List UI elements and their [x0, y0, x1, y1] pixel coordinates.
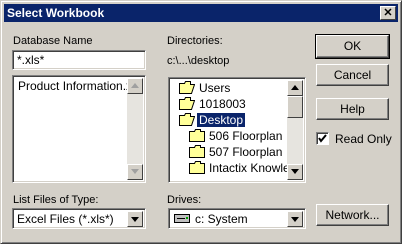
directories-scroll-thumb[interactable] [287, 96, 303, 118]
help-button[interactable]: Help [316, 98, 389, 120]
directories-scrollbar[interactable] [287, 80, 303, 180]
database-name-label: Database Name [13, 35, 93, 47]
file-type-dropdown-button[interactable] [127, 211, 143, 227]
directories-list[interactable]: Users 1018003 Desktop 506 Floorplan 507 … [168, 77, 306, 183]
directory-item-label: Intactix Knowled [209, 161, 289, 175]
network-button[interactable]: Network... [316, 204, 389, 226]
arrow-down-icon [131, 169, 139, 174]
file-list-item[interactable]: Product Information.xls [18, 79, 141, 93]
directories-label: Directories: [167, 35, 223, 47]
title-bar: Select Workbook ✕ [4, 4, 398, 22]
dialog-title: Select Workbook [7, 6, 105, 20]
file-type-label: List Files of Type: [13, 194, 99, 206]
close-button[interactable]: ✕ [380, 6, 396, 20]
select-workbook-dialog: Select Workbook ✕ Database Name *.xls* P… [0, 0, 402, 244]
drives-select[interactable]: c: System [168, 208, 306, 229]
directories-scroll-down-button[interactable] [287, 164, 303, 180]
file-type-select[interactable]: Excel Files (*.xls*) [12, 208, 146, 229]
cancel-button[interactable]: Cancel [316, 64, 389, 86]
help-button-label: Help [340, 102, 365, 116]
chevron-down-icon [131, 217, 139, 222]
close-icon: ✕ [383, 7, 393, 19]
read-only-label: Read Only [335, 132, 392, 146]
open-folder-icon [179, 113, 195, 126]
drives-dropdown-button[interactable] [287, 211, 303, 227]
file-type-value: Excel Files (*.xls*) [17, 212, 114, 226]
directories-scroll-up-button[interactable] [287, 80, 303, 96]
directory-item-label: 506 Floorplan [209, 129, 283, 143]
ok-button-label: OK [343, 39, 362, 53]
checkmark-icon [318, 134, 327, 143]
file-list[interactable]: Product Information.xls [12, 75, 146, 183]
arrow-up-icon [291, 85, 299, 90]
chevron-down-icon [291, 217, 299, 222]
open-folder-icon [179, 97, 195, 110]
directory-item-label: 1018003 [199, 97, 246, 111]
folder-icon [189, 145, 205, 158]
current-path: c:\...\desktop [167, 55, 230, 67]
drives-value: c: System [195, 212, 248, 226]
cancel-button-label: Cancel [333, 68, 372, 82]
folder-icon [189, 129, 205, 142]
network-button-label: Network... [325, 208, 380, 222]
arrow-down-icon [291, 169, 299, 174]
drives-label: Drives: [167, 194, 202, 206]
drive-icon [174, 214, 190, 223]
open-folder-icon [179, 81, 195, 94]
folder-icon [189, 161, 205, 174]
database-name-input-value: *.xls* [17, 53, 45, 67]
directory-item-label: Desktop [197, 113, 246, 127]
directory-item-label: 507 Floorplan [209, 145, 283, 159]
directory-item-label: Users [199, 81, 231, 95]
file-list-scroll-up-button[interactable] [127, 78, 143, 94]
database-name-input[interactable]: *.xls* [12, 50, 146, 70]
read-only-checkbox[interactable] [316, 132, 329, 145]
file-list-scrollbar[interactable] [127, 78, 143, 180]
file-list-scroll-down-button[interactable] [127, 164, 143, 180]
arrow-up-icon [131, 83, 139, 88]
ok-button[interactable]: OK [315, 34, 390, 59]
directory-item[interactable]: Intactix Knowled [189, 160, 289, 176]
